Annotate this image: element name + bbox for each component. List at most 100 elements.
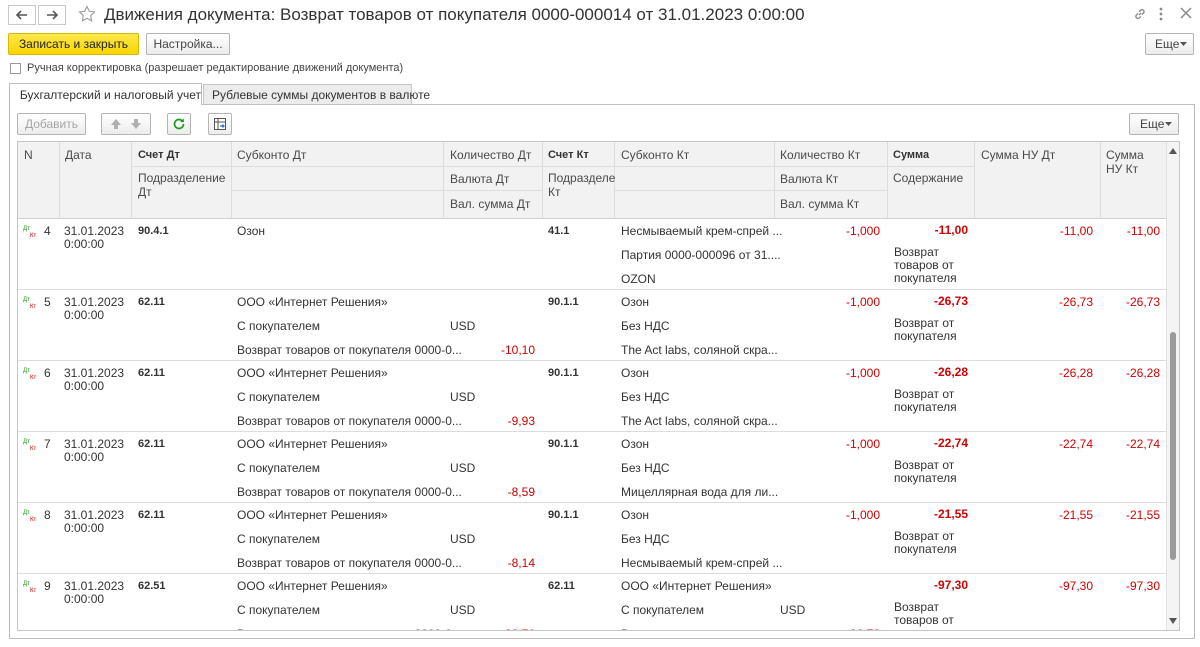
row-sub-dt-2: С покупателем xyxy=(237,532,321,546)
table-export-icon xyxy=(214,118,226,130)
favorite-star-icon[interactable] xyxy=(78,5,96,26)
chevron-down-icon xyxy=(1165,122,1172,126)
svg-text:Кт: Кт xyxy=(30,304,36,309)
row-sub-dt-1: ООО «Интернет Решения» xyxy=(237,579,388,593)
back-button[interactable] xyxy=(8,5,36,25)
row-sub-dt-3: Возврат товаров от покупателя 0000-0... xyxy=(237,556,462,570)
row-sum: -26,28 xyxy=(933,365,968,379)
row-cur-dt: USD xyxy=(450,532,476,546)
row-number: 7 xyxy=(44,437,51,451)
row-date: 31.01.2023 xyxy=(64,579,125,593)
col-qty-kt: Количество Кт xyxy=(780,148,861,162)
row-sub-dt-1: ООО «Интернет Решения» xyxy=(237,295,388,309)
dt-kt-icon: ДтКт xyxy=(23,510,36,522)
row-cur-dt: USD xyxy=(450,461,476,475)
row-content-line: покупателя xyxy=(894,542,957,556)
row-sub-kt-3: Мицеллярная вода для ли... xyxy=(621,485,779,499)
row-time: 0:00:00 xyxy=(64,521,105,535)
dt-kt-icon: Дт Кт xyxy=(15,93,16,95)
row-cursum-dt: -8,59 xyxy=(507,485,535,499)
scroll-down-icon[interactable] xyxy=(1169,618,1177,624)
row-qty-kt: -1,000 xyxy=(845,366,880,380)
row-sum: -22,74 xyxy=(933,436,968,450)
tab-ruble-sums[interactable]: Рублевые суммы документов в валюте xyxy=(203,84,430,105)
table-row-divider xyxy=(18,360,1168,361)
row-content-line: покупателя xyxy=(894,271,957,285)
row-sub-dt-2: С покупателем xyxy=(237,603,321,617)
row-nu-kt: -11,00 xyxy=(1126,224,1160,238)
row-qty-kt: -1,000 xyxy=(845,437,880,451)
row-content-line: покупателя xyxy=(894,471,957,485)
svg-text:Кт: Кт xyxy=(30,233,36,238)
table-header: N Дата Счет Дт Подразделение Дт Субконто… xyxy=(18,142,1168,219)
svg-text:Дт: Дт xyxy=(23,368,30,374)
settings-button[interactable]: Настройка... xyxy=(146,33,230,55)
col-cur-kt: Валюта Кт xyxy=(780,172,839,186)
menu-dots-icon[interactable] xyxy=(1158,6,1164,25)
row-nu-dt: -26,28 xyxy=(1058,366,1093,380)
row-sub-kt-3: The Act labs, соляной скра... xyxy=(621,343,778,357)
vertical-scrollbar[interactable] xyxy=(1166,142,1179,630)
col-sum: Сумма xyxy=(893,149,930,161)
row-cursum-dt: -10,10 xyxy=(500,343,535,357)
scroll-up-icon[interactable] xyxy=(1169,148,1177,154)
row-date: 31.01.2023 xyxy=(64,295,125,309)
scrollbar-thumb[interactable] xyxy=(1170,332,1176,560)
row-nu-dt: -21,55 xyxy=(1058,508,1093,522)
export-button[interactable] xyxy=(208,113,232,135)
col-date: Дата xyxy=(65,148,92,162)
row-acc-dt: 90.4.1 xyxy=(138,225,169,237)
row-content-line: товаров от xyxy=(894,258,954,272)
col-nu-kt: Сумма НУ Кт xyxy=(1106,148,1144,176)
arrow-left-icon xyxy=(16,10,27,20)
row-sub-dt-1: ООО «Интернет Решения» xyxy=(237,508,388,522)
row-acc-kt: 41.1 xyxy=(548,225,570,237)
row-sum: -11,00 xyxy=(934,223,968,237)
link-icon[interactable] xyxy=(1133,7,1147,24)
tab-ruble-sums-label: Рублевые суммы документов в валюте xyxy=(212,87,431,102)
row-cursum-kt: -36,76 xyxy=(780,627,880,630)
row-acc-dt: 62.11 xyxy=(138,367,165,379)
row-sub-kt-1: Озон xyxy=(621,366,650,380)
svg-text:Кт: Кт xyxy=(30,375,36,380)
row-sub-dt-1: Озон xyxy=(237,224,266,238)
row-sum: -26,73 xyxy=(933,294,968,308)
row-content-line: покупателя xyxy=(894,400,957,414)
tab-accounting[interactable]: Дт Кт Бухгалтерский и налоговый учет xyxy=(9,83,202,105)
col-qty-dt: Количество Дт xyxy=(450,148,532,162)
col-acc-dt: Счет Дт xyxy=(138,149,180,161)
table-row-divider xyxy=(18,573,1168,574)
row-sub-kt-2: Без НДС xyxy=(621,319,670,333)
row-sub-kt-1: ООО «Интернет Решения» xyxy=(621,579,772,593)
row-qty-kt: -1,000 xyxy=(845,224,880,238)
row-sum: -97,30 xyxy=(933,578,968,592)
more-button-top[interactable]: Еще xyxy=(1145,33,1194,55)
col-div-dt: Подразделение Дт xyxy=(138,171,226,199)
row-sub-dt-1: ООО «Интернет Решения» xyxy=(237,437,388,451)
more-button-table[interactable]: Еще xyxy=(1129,113,1179,135)
save-close-button[interactable]: Записать и закрыть xyxy=(8,33,139,55)
row-time: 0:00:00 xyxy=(64,308,105,322)
row-sub-kt-1: Озон xyxy=(621,437,650,451)
row-content-line: Возврат от xyxy=(894,387,955,401)
manual-correction-checkbox[interactable] xyxy=(10,63,21,74)
row-sub-kt-3: OZON xyxy=(621,272,656,286)
col-cursum-dt: Вал. сумма Дт xyxy=(450,197,531,211)
add-button[interactable]: Добавить xyxy=(17,113,86,135)
close-icon[interactable] xyxy=(1179,6,1193,23)
row-acc-kt: 90.1.1 xyxy=(548,509,579,521)
col-sub-dt: Субконто Дт xyxy=(237,148,307,162)
row-acc-kt: 62.11 xyxy=(548,580,575,592)
row-sum: -21,55 xyxy=(933,507,968,521)
row-sub-kt-3: The Act labs, соляной скра... xyxy=(621,414,778,428)
movements-table[interactable]: N Дата Счет Дт Подразделение Дт Субконто… xyxy=(17,141,1180,631)
table-row-divider xyxy=(18,431,1168,432)
row-content-line: Возврат от xyxy=(894,458,955,472)
forward-button[interactable] xyxy=(38,5,66,25)
move-buttons[interactable] xyxy=(101,113,151,135)
svg-text:Кт: Кт xyxy=(15,94,16,95)
svg-text:Дт: Дт xyxy=(23,226,30,232)
row-cur-kt: USD xyxy=(780,603,806,617)
refresh-button[interactable] xyxy=(167,113,191,135)
col-sub-kt: Субконто Кт xyxy=(621,148,690,162)
